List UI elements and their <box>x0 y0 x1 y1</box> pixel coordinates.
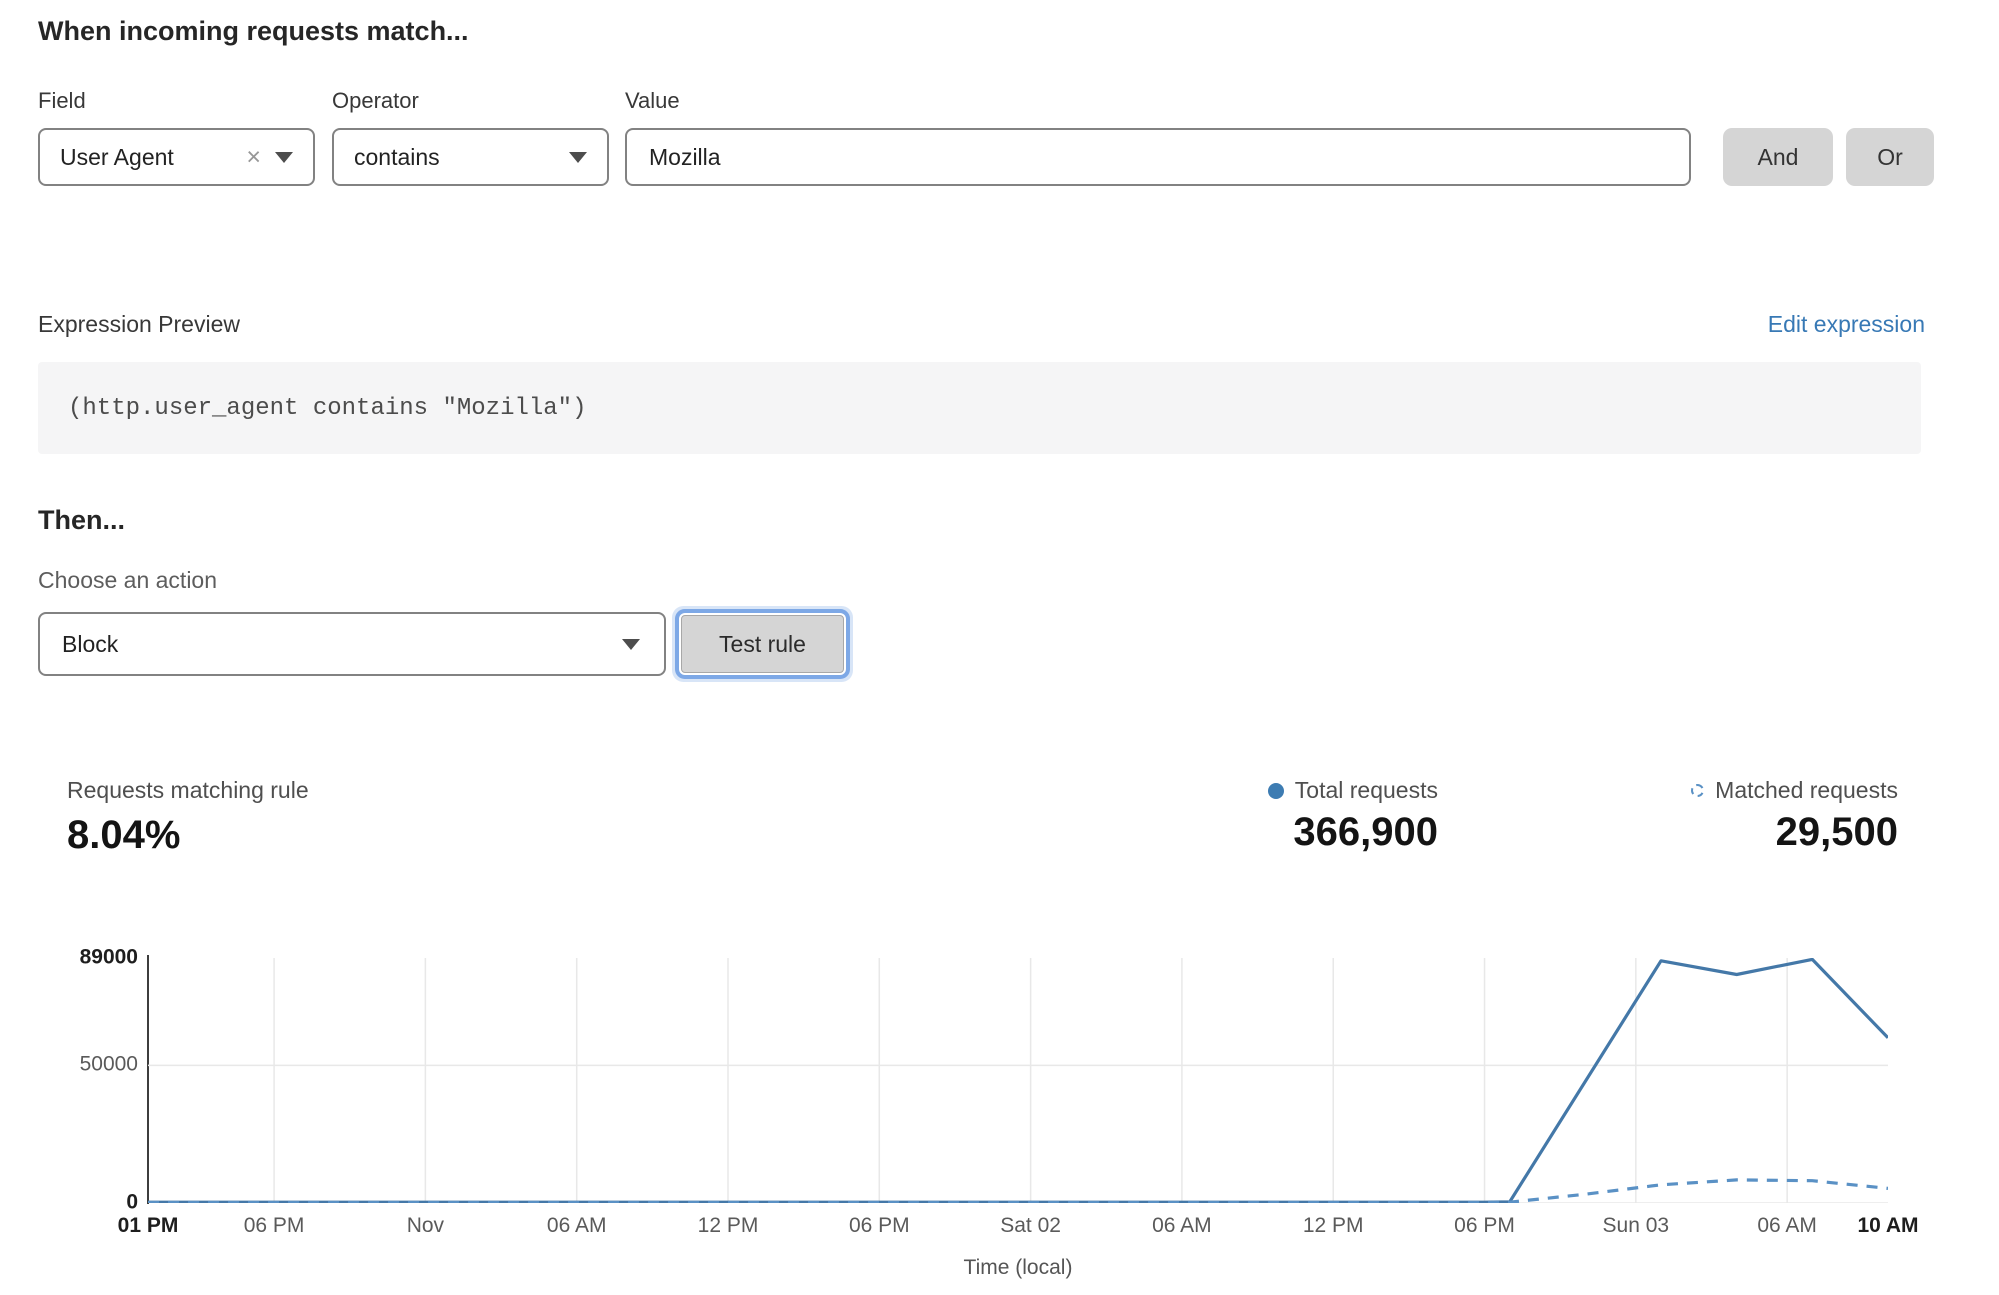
requests-matching-value: 8.04% <box>67 813 309 858</box>
y-axis-line <box>147 955 149 1204</box>
total-requests-value: 366,900 <box>1268 810 1438 855</box>
expression-code: (http.user_agent contains "Mozilla") <box>38 395 586 422</box>
value-input[interactable] <box>627 130 1689 184</box>
value-input-wrap <box>625 128 1691 186</box>
x-axis-title: Time (local) <box>148 1256 1888 1280</box>
matched-requests-stat: Matched requests 29,500 <box>1691 777 1898 855</box>
x-tick-label: Sat 02 <box>1000 1214 1061 1238</box>
expression-code-box: (http.user_agent contains "Mozilla") <box>38 362 1921 454</box>
total-requests-legend: Total requests <box>1268 777 1438 804</box>
edit-expression-link[interactable]: Edit expression <box>1768 311 1925 338</box>
operator-label: Operator <box>332 88 419 114</box>
x-tick-label: 06 AM <box>1152 1214 1212 1238</box>
plot-area <box>148 958 1888 1203</box>
operator-select-value: contains <box>334 144 569 171</box>
action-select[interactable]: Block <box>38 612 666 676</box>
value-label: Value <box>625 88 680 114</box>
x-tick-label: 01 PM <box>118 1214 179 1238</box>
total-requests-stat: Total requests 366,900 <box>1268 777 1438 855</box>
y-tick-label: 50000 <box>80 1053 138 1077</box>
x-tick-label: 06 PM <box>1454 1214 1515 1238</box>
requests-matching-stat: Requests matching rule 8.04% <box>67 777 309 858</box>
x-axis-labels: 01 PM06 PMNov06 AM12 PM06 PMSat 0206 AM1… <box>148 1214 1888 1240</box>
matched-requests-legend: Matched requests <box>1691 777 1898 804</box>
x-tick-label: Nov <box>407 1214 444 1238</box>
field-label: Field <box>38 88 86 114</box>
requests-matching-label: Requests matching rule <box>67 777 309 804</box>
action-select-value: Block <box>40 631 622 658</box>
matched-requests-label: Matched requests <box>1715 777 1898 804</box>
series-dashed-line <box>148 1180 1888 1203</box>
choose-action-label: Choose an action <box>38 567 217 594</box>
then-heading: Then... <box>38 505 125 536</box>
series-solid-line <box>148 959 1888 1202</box>
field-select[interactable]: User Agent × <box>38 128 315 186</box>
expression-preview-label: Expression Preview <box>38 311 240 338</box>
x-tick-label: 12 PM <box>1303 1214 1364 1238</box>
total-requests-label: Total requests <box>1295 777 1438 804</box>
and-button[interactable]: And <box>1723 128 1833 186</box>
x-tick-label: 06 PM <box>244 1214 305 1238</box>
x-tick-label: 06 AM <box>1757 1214 1817 1238</box>
y-tick-label: 89000 <box>80 946 138 970</box>
chevron-down-icon <box>275 152 293 163</box>
x-tick-label: 10 AM <box>1857 1214 1918 1238</box>
solid-dot-icon <box>1268 783 1284 799</box>
operator-select[interactable]: contains <box>332 128 609 186</box>
x-tick-label: 06 AM <box>547 1214 607 1238</box>
chevron-down-icon <box>622 639 640 650</box>
matched-requests-value: 29,500 <box>1691 810 1898 855</box>
x-tick-label: 12 PM <box>698 1214 759 1238</box>
x-tick-label: 06 PM <box>849 1214 910 1238</box>
dashed-circle-icon <box>1691 784 1704 797</box>
test-rule-button[interactable]: Test rule <box>681 615 844 673</box>
page-title: When incoming requests match... <box>38 16 469 47</box>
chevron-down-icon <box>569 152 587 163</box>
x-tick-label: Sun 03 <box>1603 1214 1670 1238</box>
clear-field-icon[interactable]: × <box>240 145 275 170</box>
y-tick-label: 0 <box>126 1191 138 1215</box>
field-select-value: User Agent <box>40 144 240 171</box>
y-axis-labels: 89000500000 <box>0 958 138 1203</box>
or-button[interactable]: Or <box>1846 128 1934 186</box>
